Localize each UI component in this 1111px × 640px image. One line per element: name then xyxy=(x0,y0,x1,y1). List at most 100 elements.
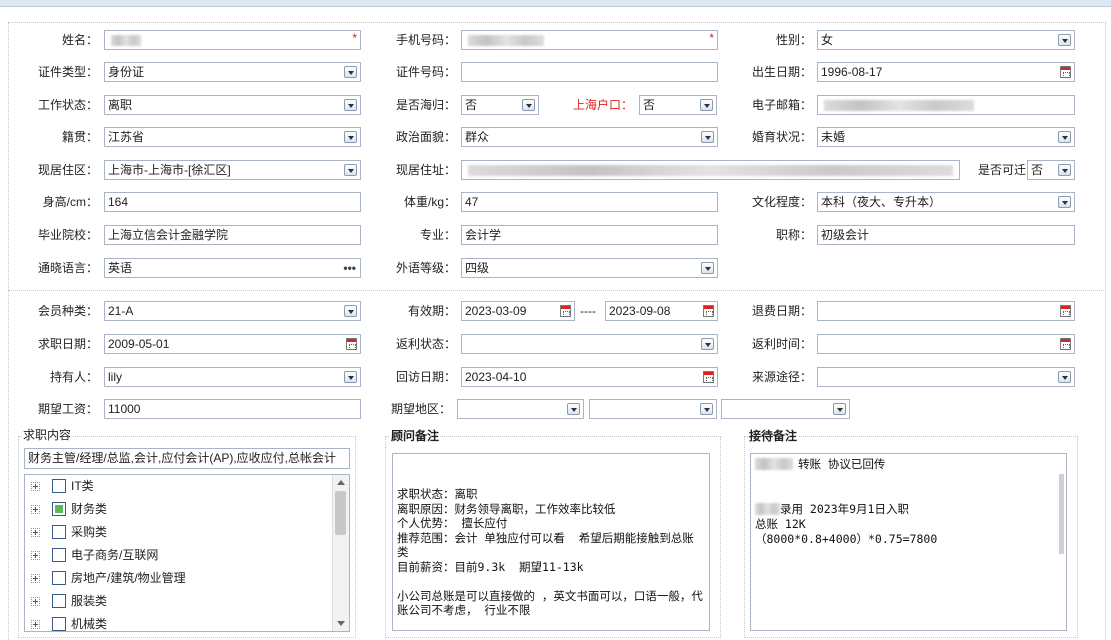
email-input[interactable] xyxy=(817,95,1075,115)
calendar-icon[interactable] xyxy=(346,338,357,350)
chevron-down-icon[interactable] xyxy=(1058,131,1071,143)
chevron-down-icon[interactable] xyxy=(701,338,714,350)
birth-date-input[interactable]: 1996-08-17 xyxy=(817,62,1075,82)
foreign-level-select[interactable]: 四级 xyxy=(461,258,718,278)
calendar-icon[interactable] xyxy=(1060,305,1071,317)
id-number-label: 证件号码： xyxy=(395,65,456,79)
id-number-input[interactable] xyxy=(461,62,718,82)
chevron-down-icon[interactable] xyxy=(701,262,714,274)
calendar-icon[interactable] xyxy=(1060,338,1071,350)
source-select[interactable] xyxy=(817,367,1075,387)
chevron-down-icon[interactable] xyxy=(1058,34,1071,46)
expand-icon[interactable] xyxy=(31,551,40,560)
mobile-input[interactable]: * xyxy=(461,30,718,50)
member-type-select[interactable]: 21-A xyxy=(104,301,361,321)
chevron-down-icon[interactable] xyxy=(344,305,357,317)
rebate-time-input[interactable] xyxy=(817,334,1075,354)
expected-region-province-select[interactable] xyxy=(457,399,584,419)
can-relocate-select[interactable]: 否 xyxy=(1027,160,1075,180)
refund-date-input[interactable] xyxy=(817,301,1075,321)
validity-to-input[interactable]: 2023-09-08 xyxy=(605,301,718,321)
scroll-thumb[interactable] xyxy=(1059,474,1064,554)
checkbox[interactable] xyxy=(52,548,66,562)
tree-scrollbar[interactable] xyxy=(332,475,349,631)
chevron-down-icon[interactable] xyxy=(344,66,357,78)
required-mark: * xyxy=(352,31,357,45)
revisit-date-input[interactable]: 2023-04-10 xyxy=(461,367,718,387)
scroll-down-icon[interactable] xyxy=(337,621,345,626)
validity-separator: ---- xyxy=(580,304,596,318)
reception-notes-textarea[interactable]: 转账 协议已回传 录用 2023年9月1日入职 总账 12K （8000*0.8… xyxy=(750,453,1067,631)
chevron-down-icon[interactable] xyxy=(833,403,846,415)
residence-address-input[interactable] xyxy=(461,160,960,180)
marital-status-value: 未婚 xyxy=(821,130,846,144)
political-status-select[interactable]: 群众 xyxy=(461,127,718,147)
title-input[interactable]: 初级会计 xyxy=(817,225,1075,245)
residence-area-select[interactable]: 上海市-上海市-[徐汇区] xyxy=(104,160,361,180)
major-input[interactable]: 会计学 xyxy=(461,225,718,245)
education-select[interactable]: 本科（夜大、专升本） xyxy=(817,192,1075,212)
chevron-down-icon[interactable] xyxy=(344,371,357,383)
expand-icon[interactable] xyxy=(31,574,40,583)
job-content-summary[interactable]: 财务主管/经理/总监,会计,应付会计(AP),应收应付,总帐会计 xyxy=(24,448,350,469)
native-place-select[interactable]: 江苏省 xyxy=(104,127,361,147)
checkbox[interactable] xyxy=(52,617,66,631)
marital-status-select[interactable]: 未婚 xyxy=(817,127,1075,147)
holder-select[interactable]: lily xyxy=(104,367,361,387)
expand-icon[interactable] xyxy=(31,505,40,514)
education-value: 本科（夜大、专升本） xyxy=(821,195,942,209)
job-seek-date-input[interactable]: 2009-05-01 xyxy=(104,334,361,354)
expand-icon[interactable] xyxy=(31,528,40,537)
checkbox-checked[interactable] xyxy=(52,502,66,516)
checkbox[interactable] xyxy=(52,479,66,493)
languages-label: 通晓语言： xyxy=(37,261,98,275)
tree-item-label: 电子商务/互联网 xyxy=(71,548,159,562)
weight-input[interactable]: 47 xyxy=(461,192,718,212)
school-input[interactable]: 上海立信会计金融学院 xyxy=(104,225,361,245)
job-category-tree[interactable]: IT类 财务类 采购类 电子商务/互联网 房地产/建筑/物业管理 服装类 机械类 xyxy=(24,474,350,632)
scroll-thumb[interactable] xyxy=(335,491,346,535)
returnee-select[interactable]: 否 xyxy=(461,95,539,115)
height-input[interactable]: 164 xyxy=(104,192,361,212)
checkbox[interactable] xyxy=(52,571,66,585)
work-status-select[interactable]: 离职 xyxy=(104,95,361,115)
chevron-down-icon[interactable] xyxy=(1058,164,1071,176)
gender-select[interactable]: 女 xyxy=(817,30,1075,50)
shanghai-hukou-select[interactable]: 否 xyxy=(639,95,717,115)
expected-region-district-select[interactable] xyxy=(721,399,850,419)
checkbox[interactable] xyxy=(52,594,66,608)
shanghai-hukou-value: 否 xyxy=(643,98,656,112)
chevron-down-icon[interactable] xyxy=(701,131,714,143)
scroll-up-icon[interactable] xyxy=(337,480,345,485)
chevron-down-icon[interactable] xyxy=(700,403,713,415)
chevron-down-icon[interactable] xyxy=(567,403,580,415)
chevron-down-icon[interactable] xyxy=(1058,371,1071,383)
expected-region-city-select[interactable] xyxy=(589,399,717,419)
validity-from-input[interactable]: 2023-03-09 xyxy=(461,301,575,321)
consultant-notes-textarea[interactable]: 求职状态：离职 离职原因：财务领导离职，工作效率比较低 个人优势： 擅长应付 推… xyxy=(392,453,710,631)
chevron-down-icon[interactable] xyxy=(522,99,535,111)
name-input[interactable]: * xyxy=(104,30,361,50)
calendar-icon[interactable] xyxy=(1060,66,1071,78)
expand-icon[interactable] xyxy=(31,620,40,629)
chevron-down-icon[interactable] xyxy=(344,164,357,176)
chevron-down-icon[interactable] xyxy=(700,99,713,111)
expand-icon[interactable] xyxy=(31,597,40,606)
id-type-select[interactable]: 身份证 xyxy=(104,62,361,82)
calendar-icon[interactable] xyxy=(703,305,714,317)
foreign-level-value: 四级 xyxy=(465,261,490,275)
job-seek-date-label: 求职日期： xyxy=(37,337,98,351)
chevron-down-icon[interactable] xyxy=(1058,196,1071,208)
chevron-down-icon[interactable] xyxy=(344,131,357,143)
calendar-icon[interactable] xyxy=(703,371,714,383)
calendar-icon[interactable] xyxy=(560,305,571,317)
languages-input[interactable]: 英语 ••• xyxy=(104,258,361,278)
chevron-down-icon[interactable] xyxy=(344,99,357,111)
native-place-label: 籍贯： xyxy=(61,130,98,144)
languages-value: 英语 xyxy=(108,261,133,275)
rebate-status-select[interactable] xyxy=(461,334,718,354)
expand-icon[interactable] xyxy=(31,482,40,491)
more-options-icon[interactable]: ••• xyxy=(343,259,356,277)
expected-salary-input[interactable]: 11000 xyxy=(104,399,361,419)
checkbox[interactable] xyxy=(52,525,66,539)
